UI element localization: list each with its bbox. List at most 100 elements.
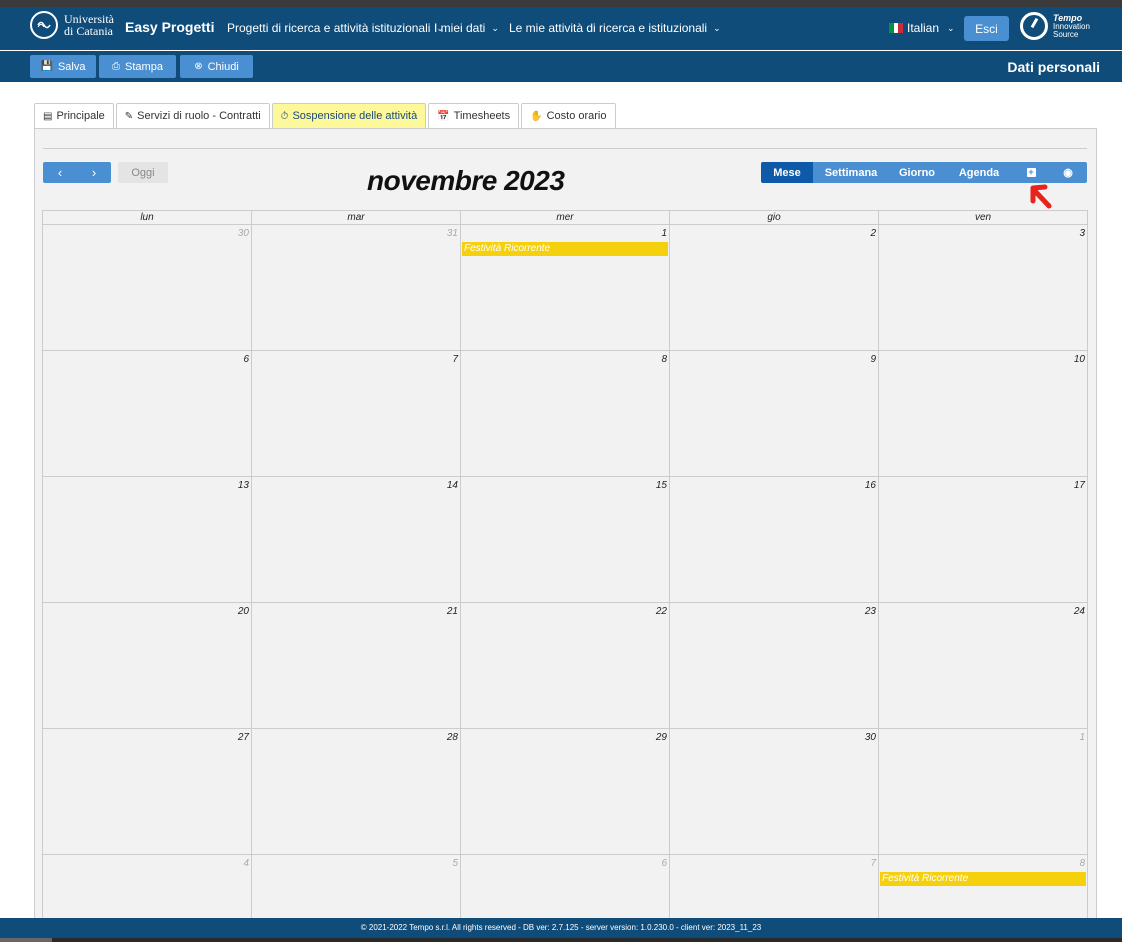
day-number[interactable]: 20: [238, 606, 249, 617]
tab-sospensione[interactable]: ⏱ Sospensione delle attività: [271, 103, 427, 128]
save-button[interactable]: 💾 Salva: [30, 55, 96, 78]
menu-progetti[interactable]: Progetti di ricerca e attività istituzio…: [227, 21, 444, 35]
day-cell[interactable]: 13: [43, 477, 252, 602]
university-name: Università di Catania: [64, 13, 114, 37]
calendar-event[interactable]: Festività Ricorrente: [880, 872, 1086, 886]
brand-line3: Source: [1053, 29, 1079, 39]
day-cell[interactable]: 22: [461, 603, 670, 728]
day-number[interactable]: 31: [447, 228, 458, 239]
toggle-visibility-button[interactable]: ◉: [1049, 162, 1087, 183]
red-arrow-annotation-icon: [1030, 184, 1052, 209]
add-event-button[interactable]: +: [1013, 162, 1049, 183]
day-number[interactable]: 7: [452, 354, 458, 365]
day-cell[interactable]: 9: [670, 351, 879, 476]
day-cell[interactable]: 28: [252, 729, 461, 854]
calendar-event[interactable]: Festività Ricorrente: [462, 242, 668, 256]
day-cell[interactable]: 6: [43, 351, 252, 476]
contract-icon: ✎: [124, 110, 134, 122]
save-label: Salva: [57, 60, 86, 73]
day-number[interactable]: 10: [1074, 354, 1085, 365]
language-label: Italian: [907, 21, 940, 35]
tab-principale[interactable]: ▤ Principale: [34, 103, 114, 128]
day-number[interactable]: 2: [870, 228, 876, 239]
day-number[interactable]: 7: [870, 858, 876, 869]
day-cell[interactable]: 24: [879, 603, 1087, 728]
view-month-button[interactable]: Mese: [761, 162, 813, 183]
print-label: Stampa: [125, 60, 163, 73]
day-number[interactable]: 8: [1079, 858, 1085, 869]
day-number[interactable]: 5: [452, 858, 458, 869]
day-cell[interactable]: 20: [43, 603, 252, 728]
tab-timesheets[interactable]: 📅 Timesheets: [428, 103, 520, 128]
view-agenda-button[interactable]: Agenda: [945, 162, 1013, 183]
chevron-down-icon: ⌄: [491, 22, 499, 33]
day-number[interactable]: 27: [238, 732, 249, 743]
print-button[interactable]: ⎙ Stampa: [99, 55, 176, 78]
day-number[interactable]: 15: [656, 480, 667, 491]
day-number[interactable]: 13: [238, 480, 249, 491]
day-cell[interactable]: 31: [252, 225, 461, 350]
day-cell[interactable]: 16: [670, 477, 879, 602]
stopwatch-icon: ⏱: [280, 110, 289, 122]
day-cell[interactable]: 27: [43, 729, 252, 854]
action-toolbar: 💾 Salva ⎙ Stampa ⊗ Chiudi Dati personali: [0, 51, 1122, 82]
tab-servizi-ruolo[interactable]: ✎ Servizi di ruolo - Contratti: [115, 103, 270, 128]
day-number[interactable]: 14: [447, 480, 458, 491]
menu-miei-dati[interactable]: I miei dati ⌄: [434, 21, 499, 35]
day-cell[interactable]: 14: [252, 477, 461, 602]
day-number[interactable]: 9: [870, 354, 876, 365]
day-number[interactable]: 8: [661, 354, 667, 365]
chevron-down-icon: ⌄: [947, 22, 955, 33]
day-cell[interactable]: 30: [670, 729, 879, 854]
view-week-button[interactable]: Settimana: [813, 162, 889, 183]
day-cell[interactable]: 1: [879, 729, 1087, 854]
day-number[interactable]: 17: [1074, 480, 1085, 491]
menu-mie-attivita[interactable]: Le mie attività di ricerca e istituziona…: [509, 21, 721, 35]
day-cell[interactable]: 21: [252, 603, 461, 728]
tab-costo-orario-label: Costo orario: [546, 110, 607, 122]
day-cell[interactable]: 15: [461, 477, 670, 602]
day-cell[interactable]: 23: [670, 603, 879, 728]
language-selector[interactable]: Italian ⌄: [889, 21, 955, 35]
day-number[interactable]: 3: [1079, 228, 1085, 239]
today-button[interactable]: Oggi: [118, 162, 168, 183]
close-button[interactable]: ⊗ Chiudi: [180, 55, 253, 78]
top-navbar: Università di Catania Easy Progetti Prog…: [0, 7, 1122, 50]
logout-button[interactable]: Esci: [964, 16, 1009, 41]
day-number[interactable]: 30: [238, 228, 249, 239]
day-cell[interactable]: 1 Festività Ricorrente: [461, 225, 670, 350]
day-number[interactable]: 23: [865, 606, 876, 617]
next-month-button[interactable]: ›: [77, 162, 111, 183]
previous-month-button[interactable]: ‹: [43, 162, 77, 183]
day-cell[interactable]: 8: [461, 351, 670, 476]
day-number[interactable]: 6: [661, 858, 667, 869]
month-grid: lun mar mer gio ven 30 31 1 Festività Ricor…: [42, 210, 1088, 942]
day-number[interactable]: 22: [656, 606, 667, 617]
day-cell[interactable]: 7: [252, 351, 461, 476]
id-card-icon: ▤: [43, 110, 53, 122]
day-cell[interactable]: 30: [43, 225, 252, 350]
scrollbar-thumb[interactable]: [0, 938, 52, 942]
day-number[interactable]: 30: [865, 732, 876, 743]
day-number[interactable]: 4: [243, 858, 249, 869]
day-cell[interactable]: 10: [879, 351, 1087, 476]
day-number[interactable]: 16: [865, 480, 876, 491]
day-number[interactable]: 6: [243, 354, 249, 365]
day-cell[interactable]: 3: [879, 225, 1087, 350]
view-day-button[interactable]: Giorno: [889, 162, 945, 183]
day-cell[interactable]: 2: [670, 225, 879, 350]
day-cell[interactable]: 29: [461, 729, 670, 854]
day-cell[interactable]: 17: [879, 477, 1087, 602]
day-number[interactable]: 28: [447, 732, 458, 743]
footer: © 2021-2022 Tempo s.r.l. All rights rese…: [0, 918, 1122, 938]
day-number[interactable]: 29: [656, 732, 667, 743]
day-number[interactable]: 1: [661, 228, 667, 239]
day-number[interactable]: 21: [447, 606, 458, 617]
weekday-header: lun: [43, 211, 252, 224]
menu-mie-attivita-label: Le mie attività di ricerca e istituziona…: [509, 21, 708, 35]
app-name[interactable]: Easy Progetti: [125, 19, 214, 35]
tab-costo-orario[interactable]: ✋ Costo orario: [521, 103, 616, 128]
day-number[interactable]: 1: [1079, 732, 1085, 743]
day-number[interactable]: 24: [1074, 606, 1085, 617]
university-logo[interactable]: Università di Catania: [30, 11, 114, 39]
